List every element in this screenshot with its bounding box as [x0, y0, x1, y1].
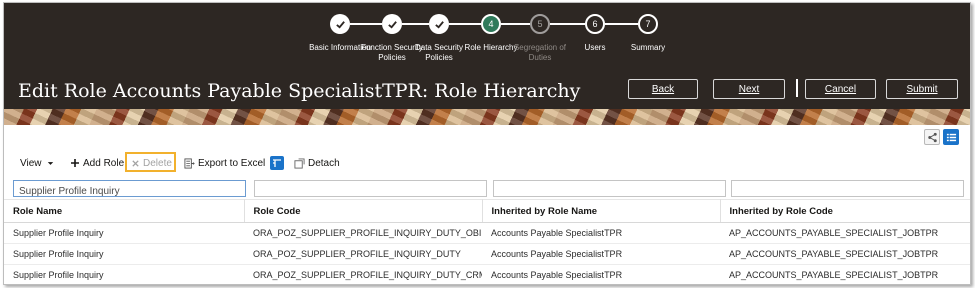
query-by-example-row [4, 178, 970, 199]
app-frame: 4 5 6 7 Basic Information Function Secur… [3, 2, 971, 285]
back-button[interactable]: Back [628, 79, 698, 99]
role-name-filter-input[interactable] [14, 184, 245, 199]
page-header: 4 5 6 7 Basic Information Function Secur… [4, 3, 970, 113]
hierarchy-view-icon [927, 132, 937, 142]
freeze-icon [270, 156, 284, 170]
view-menu[interactable]: View [20, 152, 55, 174]
next-button[interactable]: Next [713, 79, 785, 99]
column-header-inherited-by-role-name[interactable]: Inherited by Role Name [482, 199, 721, 223]
page-title: Edit Role Accounts Payable SpecialistTPR… [18, 80, 581, 102]
button-separator [796, 79, 798, 97]
train-connector [605, 23, 638, 25]
role-code-filter[interactable] [254, 180, 487, 199]
role-code-filter-input[interactable] [255, 184, 486, 199]
column-header-role-code[interactable]: Role Code [244, 199, 483, 223]
export-label: Export to Excel [198, 157, 266, 169]
cell-inherited-by-role-code: AP_ACCOUNTS_PAYABLE_SPECIALIST_JOBTPR [720, 243, 970, 265]
cell-inherited-by-role-name: Accounts Payable SpecialistTPR [482, 264, 720, 284]
table-row[interactable]: Supplier Profile Inquiry ORA_POZ_SUPPLIE… [4, 222, 970, 244]
train-connector [350, 23, 382, 25]
submit-button[interactable]: Submit [886, 79, 958, 99]
cell-inherited-by-role-name: Accounts Payable SpecialistTPR [482, 222, 720, 244]
cell-inherited-by-role-code: AP_ACCOUNTS_PAYABLE_SPECIALIST_JOBTPR [720, 222, 970, 244]
x-icon [132, 159, 139, 167]
train-connector [449, 23, 481, 25]
inherited-by-role-code-filter[interactable] [731, 180, 964, 199]
cell-role-code: ORA_POZ_SUPPLIER_PROFILE_INQUIRY_DUTY_OB… [244, 222, 482, 244]
detach-button[interactable]: Detach [294, 152, 340, 174]
train-step-label[interactable]: Summary [613, 43, 683, 53]
column-header-inherited-by-role-code[interactable]: Inherited by Role Code [720, 199, 970, 223]
inherited-name-filter-input[interactable] [494, 184, 725, 199]
role-hierarchy-table: Role Name Role Code Inherited by Role Na… [4, 199, 970, 284]
check-icon [335, 20, 345, 29]
inherited-code-filter-input[interactable] [732, 184, 963, 199]
excel-icon [184, 157, 195, 169]
view-menu-label: View [20, 157, 42, 169]
table-row[interactable]: Supplier Profile Inquiry ORA_POZ_SUPPLIE… [4, 264, 970, 284]
detach-icon [294, 157, 305, 169]
back-button-label: Back [651, 83, 675, 95]
delete-button[interactable]: Delete [131, 152, 172, 174]
table-row[interactable]: Supplier Profile Inquiry ORA_POZ_SUPPLIE… [4, 243, 970, 265]
inherited-by-role-name-filter[interactable] [493, 180, 726, 199]
cancel-button[interactable]: Cancel [805, 79, 876, 99]
list-view-icon [946, 133, 956, 141]
train-connector [550, 23, 585, 25]
train-step-1[interactable] [330, 14, 350, 34]
export-to-excel-button[interactable]: Export to Excel [184, 152, 265, 174]
cell-role-name: Supplier Profile Inquiry [4, 264, 244, 284]
detach-label: Detach [308, 157, 340, 169]
train-step-2[interactable] [382, 14, 402, 34]
cell-role-name: Supplier Profile Inquiry [4, 222, 244, 244]
cell-role-name: Supplier Profile Inquiry [4, 243, 244, 265]
delete-label: Delete [143, 157, 172, 169]
next-button-label: Next [738, 83, 760, 95]
train-connector [501, 23, 530, 25]
plus-icon [71, 159, 79, 167]
column-header-role-name[interactable]: Role Name [4, 199, 245, 223]
freeze-button[interactable] [270, 152, 284, 174]
cell-inherited-by-role-name: Accounts Payable SpecialistTPR [482, 243, 720, 265]
train-step-5[interactable]: 5 [530, 14, 550, 34]
check-icon [387, 20, 397, 29]
caret-down-icon [47, 161, 53, 165]
train-step-4[interactable]: 4 [481, 14, 501, 34]
hierarchy-view-toggle[interactable] [924, 129, 940, 145]
table-header-row: Role Name Role Code Inherited by Role Na… [4, 199, 970, 223]
check-icon [434, 20, 444, 29]
train-step-7[interactable]: 7 [638, 14, 658, 34]
train-step-6[interactable]: 6 [585, 14, 605, 34]
submit-button-label: Submit [906, 83, 938, 95]
role-name-filter[interactable] [13, 180, 246, 199]
train-step-3[interactable] [429, 14, 449, 34]
train-connector [402, 23, 429, 25]
cell-inherited-by-role-code: AP_ACCOUNTS_PAYABLE_SPECIALIST_JOBTPR [720, 264, 970, 284]
decorative-banner [4, 109, 970, 125]
cell-role-code: ORA_POZ_SUPPLIER_PROFILE_INQUIRY_DUTY_CR… [244, 264, 482, 284]
cancel-button-label: Cancel [824, 83, 857, 95]
train-navigation: 4 5 6 7 Basic Information Function Secur… [4, 3, 970, 73]
table-toolbar: View Add Role Delete Export to Excel Det… [4, 152, 704, 176]
main-content: View Add Role Delete Export to Excel Det… [4, 125, 970, 284]
add-role-button[interactable]: Add Role [70, 152, 124, 174]
add-role-label: Add Role [83, 157, 125, 169]
list-view-toggle[interactable] [943, 129, 959, 145]
cell-role-code: ORA_POZ_SUPPLIER_PROFILE_INQUIRY_DUTY [244, 243, 482, 265]
